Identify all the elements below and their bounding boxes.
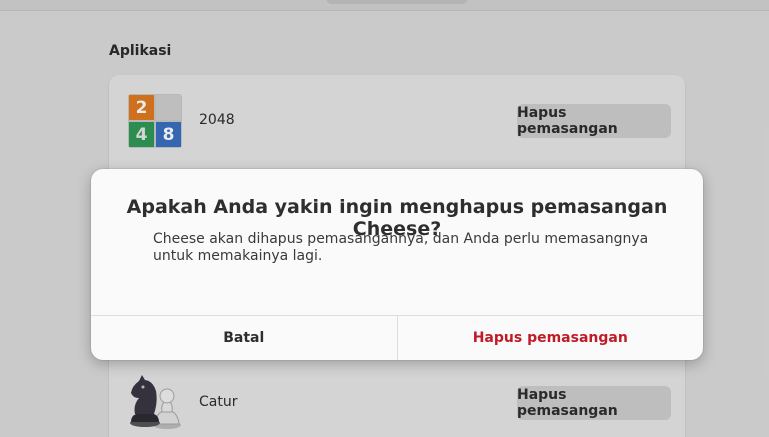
- dialog-button-bar: Batal Hapus pemasangan: [91, 315, 703, 360]
- cancel-button[interactable]: Batal: [91, 316, 398, 360]
- dialog-body: Cheese akan dihapus pemasangannya, dan A…: [153, 231, 649, 264]
- confirm-uninstall-dialog: Apakah Anda yakin ingin menghapus pemasa…: [91, 169, 703, 360]
- confirm-uninstall-button[interactable]: Hapus pemasangan: [398, 316, 704, 360]
